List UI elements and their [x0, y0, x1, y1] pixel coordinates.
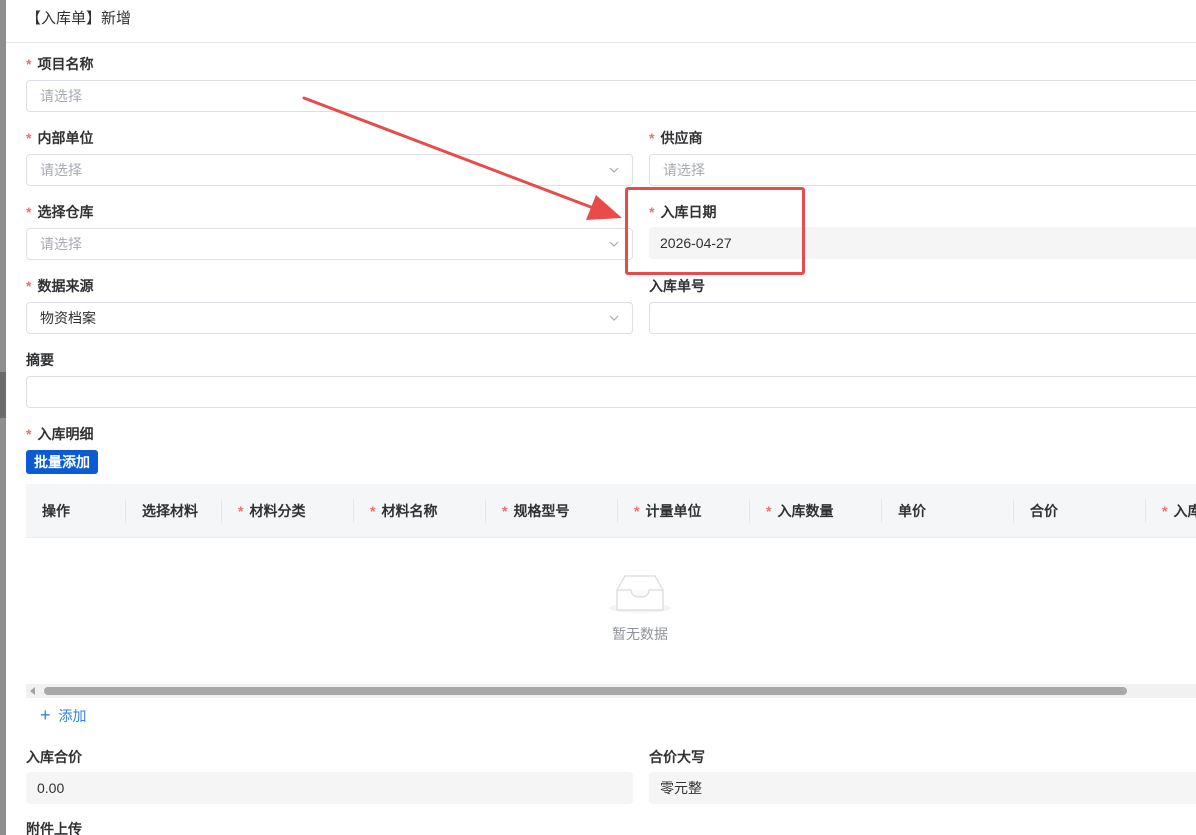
- data-source-label: * 数据来源: [26, 278, 94, 294]
- internal-unit-label: * 内部单位: [26, 130, 94, 146]
- project-name-select[interactable]: 请选择: [26, 80, 1196, 112]
- column-header: 操作: [42, 503, 70, 519]
- total-upper-field: 零元整: [649, 772, 1196, 804]
- batch-add-button[interactable]: 批量添加: [26, 450, 98, 474]
- page-title: 【入库单】新增: [6, 0, 1196, 43]
- details-label: * 入库明细: [26, 426, 94, 442]
- add-row-link[interactable]: + 添加: [40, 704, 87, 727]
- total-price-field: 0.00: [26, 772, 633, 804]
- supplier-select[interactable]: 请选择: [649, 154, 1196, 186]
- empty-text: 暂无数据: [612, 626, 668, 642]
- data-source-select[interactable]: 物资档案: [26, 302, 633, 334]
- warehouse-select[interactable]: 请选择: [26, 228, 633, 260]
- entry-no-label: 入库单号: [649, 278, 705, 294]
- summary-label: 摘要: [26, 352, 54, 368]
- column-header: * 规格型号: [502, 503, 570, 519]
- column-header: 合价: [1030, 503, 1058, 519]
- plus-icon: +: [40, 705, 51, 725]
- annotation-arrow: [302, 96, 622, 220]
- supplier-label: * 供应商: [649, 130, 703, 146]
- details-table-header: 操作 选择材料 * 材料分类 * 材料名称 * 规格型号 * 计量单位 * 入库数量 单价…: [26, 484, 1196, 538]
- summary-input[interactable]: [26, 376, 1196, 408]
- attachment-label: 附件上传: [26, 821, 82, 835]
- column-header: 单价: [898, 503, 926, 519]
- annotation-highlight-box: [625, 187, 805, 275]
- scroll-left-arrow-icon[interactable]: [30, 687, 35, 695]
- total-upper-label: 合价大写: [649, 749, 705, 765]
- column-header: * 计量单位: [634, 503, 702, 519]
- chevron-down-icon: [609, 315, 619, 321]
- column-header: * 材料名称: [370, 503, 438, 519]
- chevron-down-icon: [609, 241, 619, 247]
- internal-unit-select[interactable]: 请选择: [26, 154, 633, 186]
- chevron-down-icon: [609, 167, 619, 173]
- column-header: * 材料分类: [238, 503, 306, 519]
- entry-no-input[interactable]: [649, 302, 1196, 334]
- internal-unit-placeholder: 请选择: [40, 162, 82, 178]
- window-edge: [0, 0, 6, 835]
- column-header: * 入库数量: [766, 503, 834, 519]
- empty-box-icon: [609, 575, 671, 613]
- data-source-value: 物资档案: [40, 310, 96, 326]
- table-horizontal-scrollbar[interactable]: [26, 684, 1196, 698]
- warehouse-label: * 选择仓库: [26, 204, 94, 220]
- scrollbar-thumb[interactable]: [44, 687, 1127, 695]
- column-header: 选择材料: [142, 503, 198, 519]
- column-header: * 入库: [1162, 503, 1196, 519]
- warehouse-placeholder: 请选择: [40, 236, 82, 252]
- project-name-label: * 项目名称: [26, 56, 94, 72]
- total-price-label: 入库合价: [26, 749, 82, 765]
